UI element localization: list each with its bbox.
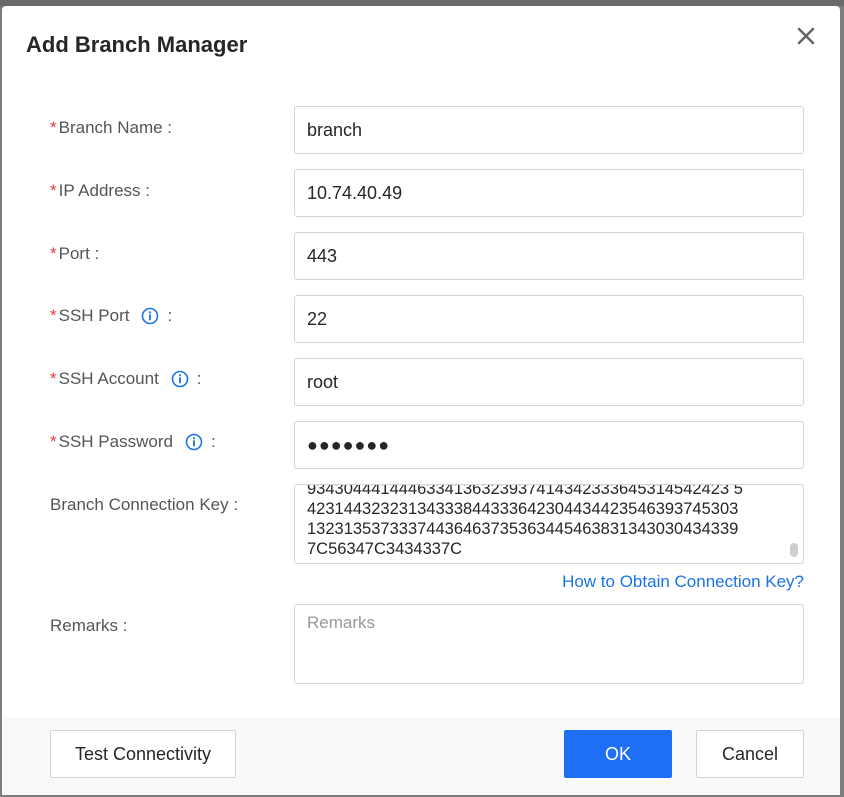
connection-key-line: 7C56347C3434337C <box>307 540 463 558</box>
dialog-title: Add Branch Manager <box>26 32 248 57</box>
cancel-button[interactable]: Cancel <box>696 730 804 778</box>
ssh-password-input[interactable]: ●●●●●●● <box>294 421 804 469</box>
required-marker: * <box>50 369 57 388</box>
how-to-obtain-key-link[interactable]: How to Obtain Connection Key? <box>562 572 804 592</box>
connection-key-line: 4231443232313433384433364230443442354639… <box>307 500 739 518</box>
ssh-port-input[interactable]: 22 <box>294 295 804 343</box>
branch-name-label: * Branch Name : <box>50 118 173 137</box>
test-connectivity-button[interactable]: Test Connectivity <box>50 730 236 778</box>
connection-key-line: 1323135373337443646373536344546383134303… <box>307 520 739 538</box>
info-icon[interactable] <box>185 433 203 451</box>
required-marker: * <box>50 118 57 137</box>
connection-key-label: Branch Connection Key : <box>50 495 239 514</box>
ip-address-label: * IP Address : <box>50 181 150 200</box>
ssh-port-label: * SSH Port : <box>50 306 173 325</box>
info-icon[interactable] <box>141 307 159 325</box>
branch-name-input[interactable]: branch <box>294 106 804 154</box>
remarks-label: Remarks : <box>50 616 128 635</box>
ip-address-input[interactable]: 10.74.40.49 <box>294 169 804 217</box>
close-icon[interactable] <box>794 24 818 48</box>
info-icon[interactable] <box>171 370 189 388</box>
remarks-placeholder: Remarks <box>307 613 376 632</box>
required-marker: * <box>50 306 57 325</box>
scrollbar-thumb[interactable] <box>790 543 798 557</box>
add-branch-manager-dialog: Add Branch Manager * Branch Name : branc… <box>2 6 840 795</box>
ok-button[interactable]: OK <box>564 730 672 778</box>
required-marker: * <box>50 244 57 263</box>
connection-key-line: 9343044414446334136323937414342333645314… <box>307 484 743 498</box>
connection-key-textarea[interactable]: 9343044414446334136323937414342333645314… <box>294 484 804 564</box>
ssh-account-input[interactable]: root <box>294 358 804 406</box>
ssh-password-label: * SSH Password : <box>50 432 216 451</box>
required-marker: * <box>50 432 57 451</box>
required-marker: * <box>50 181 57 200</box>
remarks-textarea[interactable]: Remarks <box>294 604 804 684</box>
port-label: * Port : <box>50 244 100 263</box>
port-input[interactable]: 443 <box>294 232 804 280</box>
ssh-account-label: * SSH Account : <box>50 369 202 388</box>
